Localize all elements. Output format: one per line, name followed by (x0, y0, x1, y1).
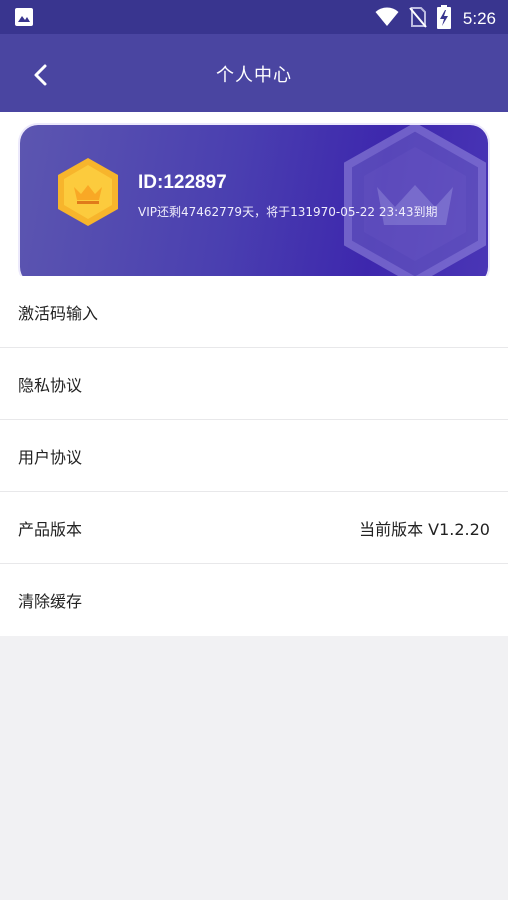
menu-item-label: 隐私协议 (18, 375, 83, 395)
version-value: 当前版本 V1.2.20 (359, 519, 490, 539)
image-icon (14, 7, 34, 31)
crown-icon (56, 157, 120, 231)
status-bar: 5:26 (0, 0, 508, 34)
battery-charging-icon (436, 5, 451, 33)
menu-item-clear-cache[interactable]: 清除缓存 (0, 564, 508, 636)
settings-menu: 激活码输入 隐私协议 用户协议 产品版本 当前版本 V1.2.20 清除缓存 (0, 276, 508, 636)
menu-item-user-agreement[interactable]: 用户协议 (0, 420, 508, 492)
menu-item-activation-code[interactable]: 激活码输入 (0, 276, 508, 348)
app-bar: 个人中心 (0, 34, 508, 112)
status-time: 5:26 (462, 9, 496, 28)
menu-item-product-version[interactable]: 产品版本 当前版本 V1.2.20 (0, 492, 508, 564)
menu-item-label: 激活码输入 (18, 303, 99, 323)
vip-card: ID:122897 VIP还剩47462779天，将于131970-05-22 … (20, 125, 488, 285)
vip-card-area: ID:122897 VIP还剩47462779天，将于131970-05-22 … (0, 112, 508, 285)
menu-item-label: 清除缓存 (18, 592, 83, 611)
no-sim-icon (409, 6, 427, 32)
page-title: 个人中心 (216, 65, 292, 86)
user-id: ID:122897 (138, 172, 227, 193)
status-icons: 5:26 (375, 5, 496, 33)
vip-expire-text: VIP还剩47462779天，将于131970-05-22 23:43到期 (138, 205, 438, 219)
menu-item-privacy-policy[interactable]: 隐私协议 (0, 348, 508, 420)
wifi-icon (375, 7, 399, 31)
menu-item-label: 用户协议 (18, 447, 83, 467)
menu-item-label: 产品版本 (18, 519, 83, 539)
